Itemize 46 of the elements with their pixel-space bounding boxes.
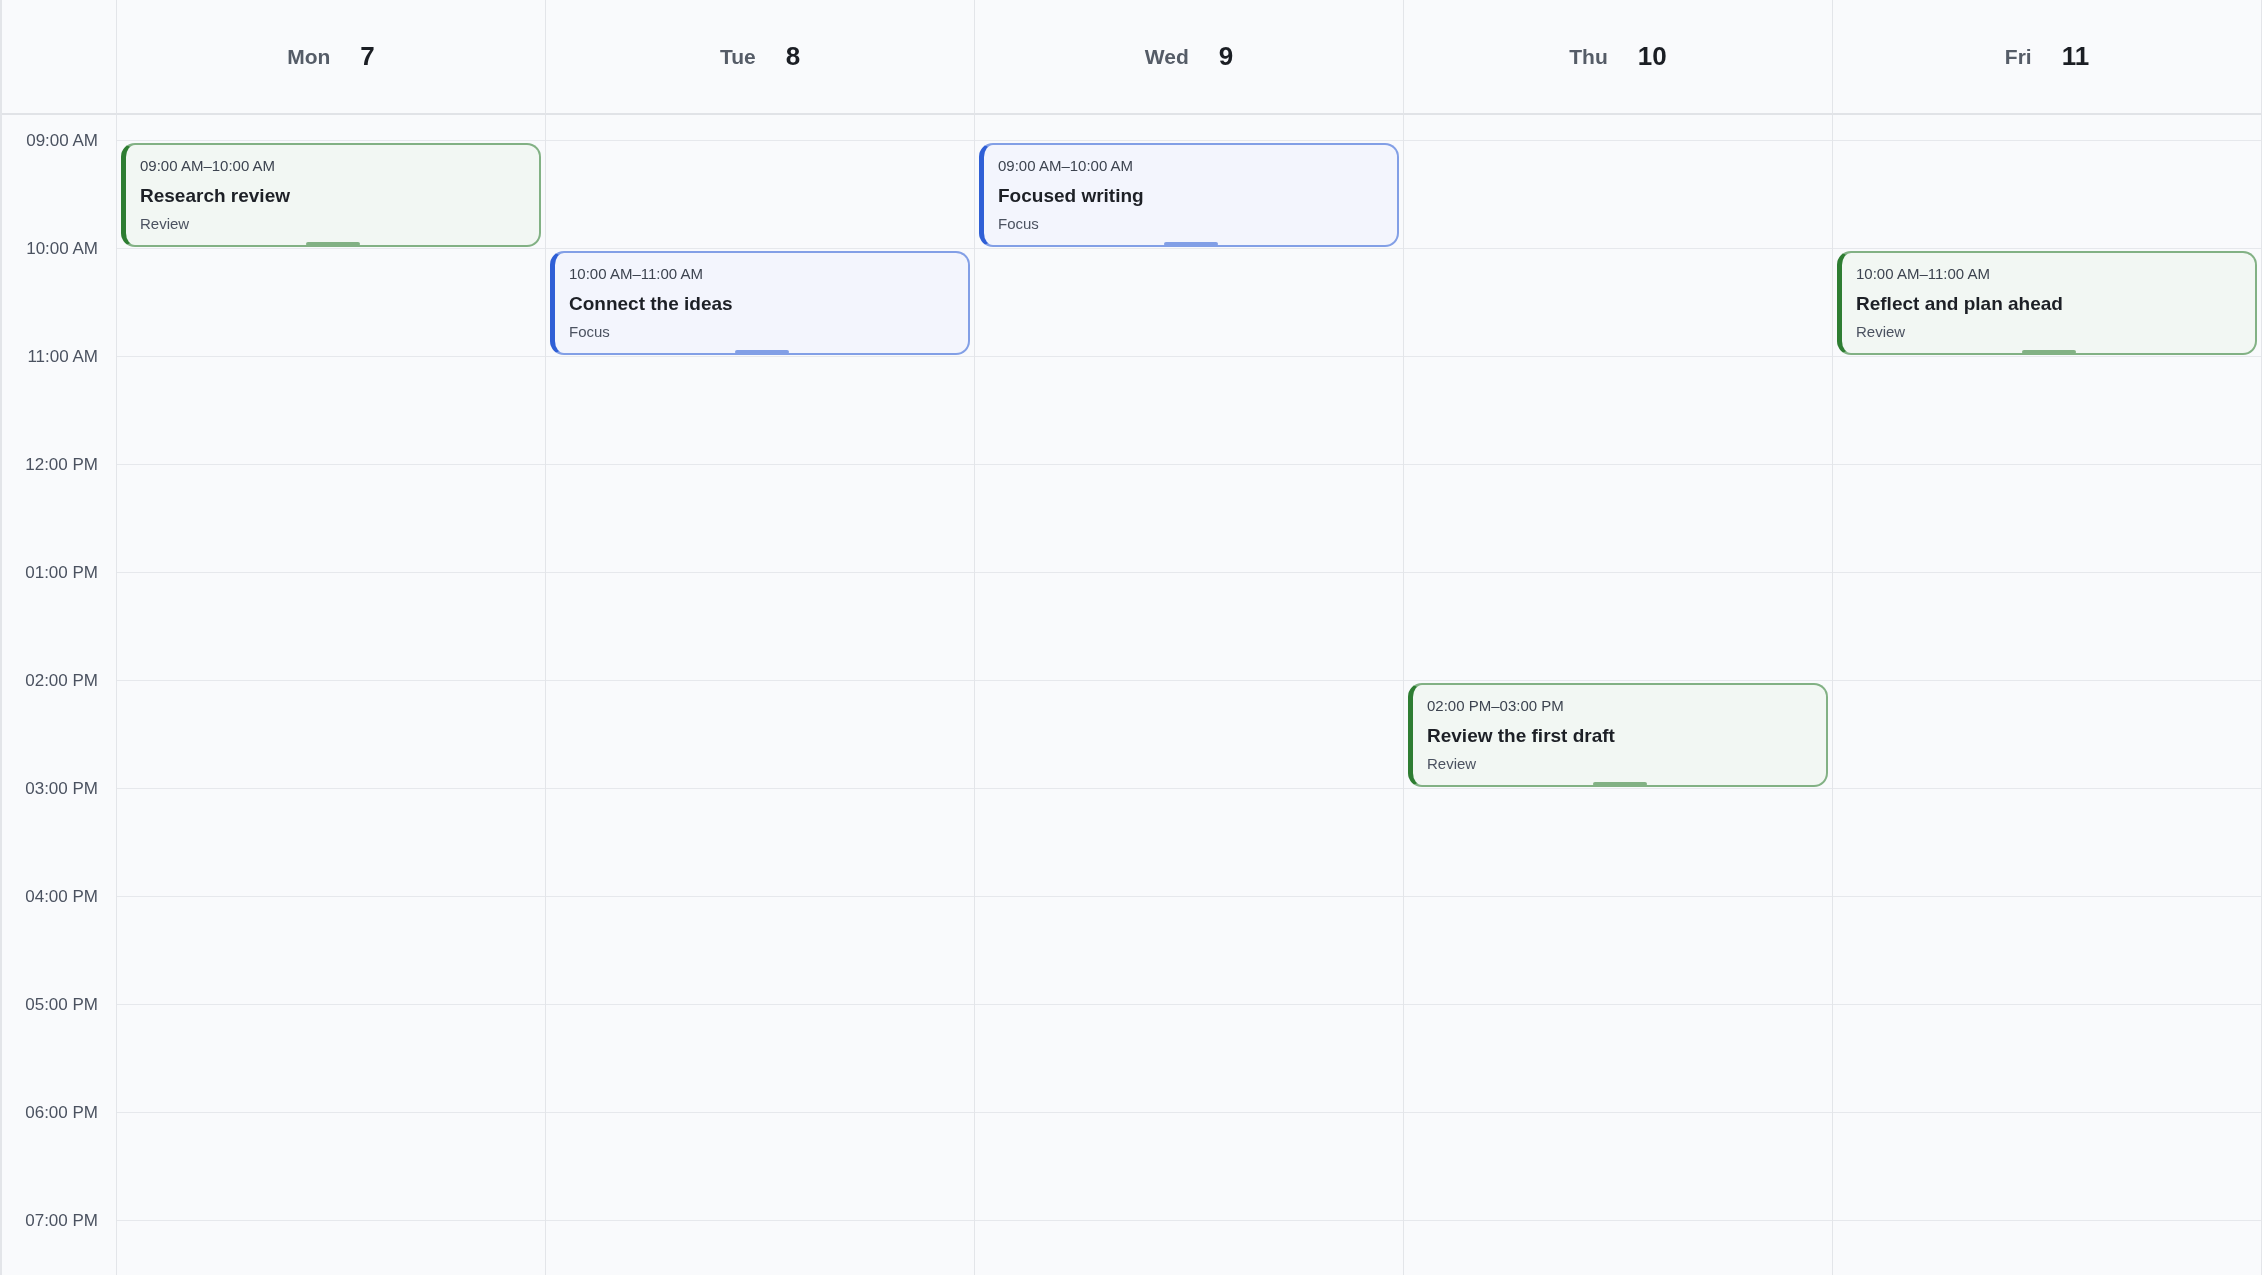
weekday-label: Wed bbox=[1144, 43, 1189, 70]
resize-handle[interactable] bbox=[1163, 242, 1218, 246]
event-card[interactable]: 09:00 AM–10:00 AM Research review Review bbox=[121, 143, 541, 247]
time-label: 03:00 PM bbox=[25, 779, 98, 799]
date-number: 11 bbox=[2061, 40, 2090, 73]
date-number: 9 bbox=[1218, 40, 1234, 73]
time-label: 06:00 PM bbox=[25, 1103, 98, 1123]
event-card[interactable]: 09:00 AM–10:00 AM Focused writing Focus bbox=[979, 143, 1399, 247]
event-title: Review the first draft bbox=[1427, 725, 1616, 747]
event-card[interactable]: 02:00 PM–03:00 PM Review the first draft Review bbox=[1408, 683, 1828, 787]
time-label: 07:00 PM bbox=[25, 1211, 98, 1231]
resize-handle[interactable] bbox=[734, 350, 789, 354]
weekday-label: Tue bbox=[719, 43, 756, 70]
event-title: Connect the ideas bbox=[569, 293, 734, 315]
event-time: 10:00 AM–11:00 AM bbox=[569, 265, 704, 283]
event-category: Focus bbox=[569, 323, 611, 341]
time-label: 11:00 AM bbox=[27, 347, 98, 367]
weekday-label: Fri bbox=[2004, 43, 2032, 70]
time-label: 12:00 PM bbox=[25, 455, 98, 475]
event-category: Review bbox=[1427, 755, 1478, 773]
time-label: 05:00 PM bbox=[25, 995, 98, 1015]
event-time: 02:00 PM–03:00 PM bbox=[1427, 697, 1565, 715]
time-label: 10:00 AM bbox=[26, 239, 98, 259]
date-number: 7 bbox=[360, 40, 375, 73]
event-time: 09:00 AM–10:00 AM bbox=[998, 157, 1135, 175]
event-time: 10:00 AM–11:00 AM bbox=[1856, 265, 1991, 283]
weekday-label: Mon bbox=[287, 43, 331, 70]
event-time: 09:00 AM–10:00 AM bbox=[140, 157, 277, 175]
time-label: 01:00 PM bbox=[25, 563, 98, 583]
time-label: 04:00 PM bbox=[25, 887, 98, 907]
time-label: 09:00 AM bbox=[26, 131, 98, 151]
event-title: Research review bbox=[140, 185, 291, 207]
resize-handle[interactable] bbox=[305, 242, 360, 246]
resize-handle[interactable] bbox=[2021, 350, 2076, 354]
event-card[interactable]: 10:00 AM–11:00 AM Connect the ideas Focus bbox=[550, 251, 970, 355]
event-card[interactable]: 10:00 AM–11:00 AM Reflect and plan ahead Review bbox=[1837, 251, 2257, 355]
event-category: Review bbox=[1856, 323, 1907, 341]
event-category: Focus bbox=[998, 215, 1040, 233]
time-label: 02:00 PM bbox=[25, 671, 98, 691]
date-number: 10 bbox=[1637, 40, 1667, 73]
weekday-label: Thu bbox=[1569, 43, 1608, 70]
date-number: 8 bbox=[785, 40, 801, 73]
event-category: Review bbox=[140, 215, 191, 233]
resize-handle[interactable] bbox=[1592, 782, 1647, 786]
event-title: Focused writing bbox=[998, 185, 1145, 207]
event-title: Reflect and plan ahead bbox=[1856, 293, 2064, 315]
